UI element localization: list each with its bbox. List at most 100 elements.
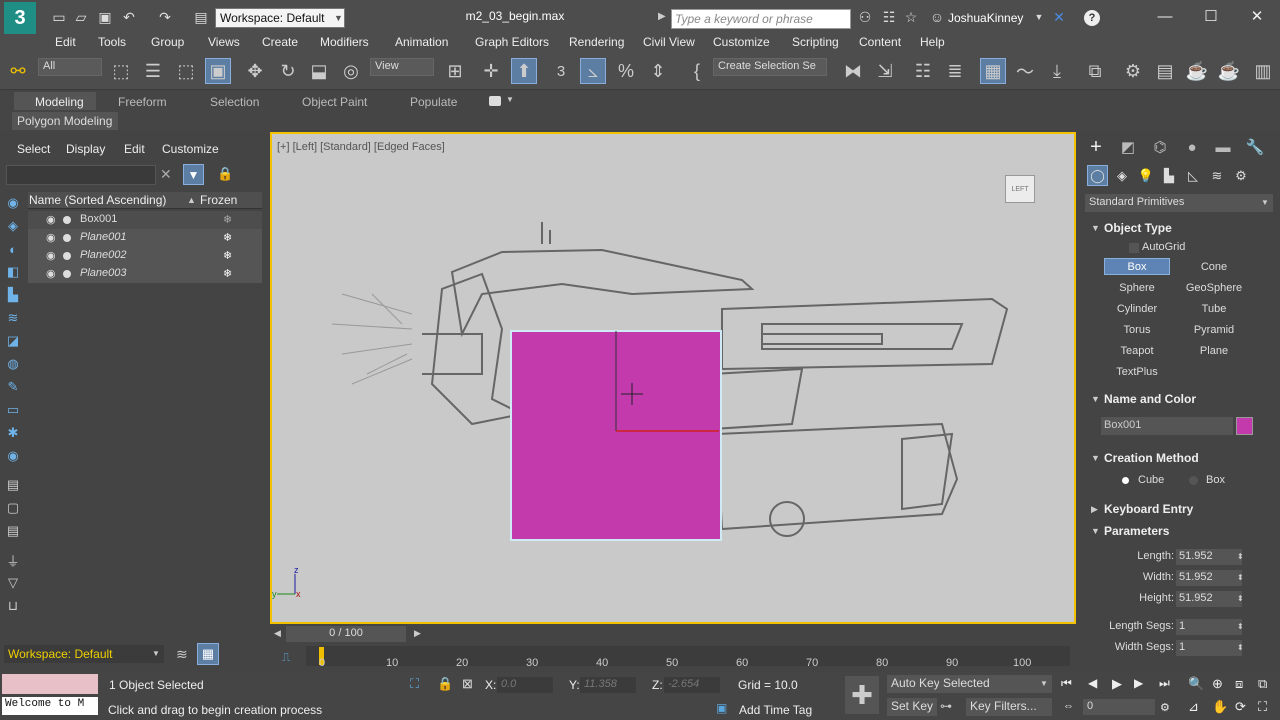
menu-modifiers[interactable]: Modifiers [320, 35, 369, 49]
display-bones-icon[interactable]: ▭ [4, 402, 22, 418]
rectangular-selection-icon[interactable]: ⬚ [173, 58, 199, 84]
render-setup-icon[interactable]: ⚙ [1120, 58, 1146, 84]
menu-help[interactable]: Help [920, 35, 945, 49]
param-length-segs-spinner[interactable]: 1 [1176, 619, 1242, 635]
isolate-selection-icon[interactable]: ⛶ [410, 676, 419, 692]
project-folder-icon[interactable]: ▤ [192, 9, 210, 25]
orbit-icon[interactable]: ⟳ [1235, 699, 1246, 715]
column-frozen[interactable]: Frozen [200, 193, 237, 207]
workspace-selector[interactable]: Workspace: Default [4, 645, 164, 663]
schematic-view-icon[interactable]: ⤓ [1044, 58, 1070, 84]
freeze-icon[interactable]: ❄ [223, 231, 232, 244]
geosphere-button[interactable]: GeoSphere [1181, 279, 1247, 296]
x-coordinate-field[interactable]: 0.0 [497, 677, 553, 693]
lights-category-icon[interactable]: 💡 [1136, 167, 1156, 185]
spinner-snap-icon[interactable]: ⇕ [645, 58, 671, 84]
polygon-modeling-panel[interactable]: Polygon Modeling [12, 112, 118, 130]
close-icon[interactable]: ✕ [1246, 6, 1268, 26]
time-tag-icon[interactable]: ▣ [716, 701, 727, 715]
chevron-down-icon[interactable]: ▼ [1030, 9, 1048, 25]
display-spacewarps-icon[interactable]: ◪ [4, 333, 22, 349]
object-color-swatch[interactable] [1236, 417, 1253, 435]
param-height-spinner[interactable]: 51.952 [1176, 591, 1242, 607]
sphere-button[interactable]: Sphere [1104, 279, 1170, 296]
eye-icon[interactable]: ◉ [46, 213, 56, 226]
display-all-icon[interactable]: ◉ [4, 195, 22, 211]
render-iterative-icon[interactable]: ☕ [1216, 58, 1242, 84]
render-dot-icon[interactable] [63, 270, 71, 278]
exchange-apps-icon[interactable]: ✕ [1050, 9, 1068, 25]
display-lights-icon[interactable]: ◧ [4, 264, 22, 280]
display-helpers-icon[interactable]: ≋ [4, 310, 22, 326]
rollout-object-type[interactable]: Object Type [1104, 221, 1172, 235]
table-row[interactable]: ◉ Plane003 ❄ [28, 265, 262, 283]
maximize-viewport-icon[interactable]: ⛶ [1258, 699, 1267, 715]
add-time-tag[interactable]: Add Time Tag [739, 703, 812, 717]
box001-object[interactable] [510, 330, 722, 541]
app-logo[interactable]: 3 [4, 2, 36, 34]
placement-icon[interactable]: ◎ [338, 58, 364, 84]
spinner-arrows-icon[interactable]: ⬍ [1237, 594, 1244, 603]
se-menu-edit[interactable]: Edit [124, 142, 145, 156]
param-length-spinner[interactable]: 51.952 [1176, 549, 1242, 565]
go-to-end-icon[interactable]: ⏭ [1159, 676, 1170, 691]
binoculars-icon[interactable]: ⚇ [856, 9, 874, 25]
go-to-start-icon[interactable]: ⏮ [1061, 676, 1072, 691]
zoom-all-icon[interactable]: ⊕ [1212, 676, 1223, 692]
helpers-category-icon[interactable]: ◺ [1183, 167, 1203, 185]
chevron-right-icon[interactable]: ▶ [414, 628, 421, 639]
tube-button[interactable]: Tube [1181, 300, 1247, 317]
display-containers-icon[interactable]: ✱ [4, 425, 22, 441]
motion-tab-icon[interactable]: ● [1181, 137, 1203, 157]
communication-center-icon[interactable]: ☷ [880, 9, 898, 25]
rollout-creation-method[interactable]: Creation Method [1104, 451, 1199, 465]
chevron-down-icon[interactable]: ▼ [506, 95, 514, 104]
select-invert-icon[interactable]: ▤ [4, 523, 22, 539]
redo-icon[interactable]: ↷ [156, 9, 174, 25]
object-name-input[interactable]: Box001 [1101, 417, 1233, 435]
edit-named-selection-icon[interactable]: { [684, 58, 710, 84]
tab-selection[interactable]: Selection [210, 95, 259, 109]
create-tab-icon[interactable]: + [1085, 136, 1107, 158]
key-mode-toggle-icon[interactable]: ⇔ [1063, 700, 1074, 712]
reference-coordinate-dropdown[interactable]: View [370, 58, 434, 76]
filter-funnel-icon[interactable]: ⏚ [4, 552, 22, 569]
modify-tab-icon[interactable]: ◩ [1117, 137, 1139, 157]
freeze-icon[interactable]: ❄ [223, 267, 232, 280]
keyboard-shortcut-override-icon[interactable]: ⬆ [511, 58, 537, 84]
open-file-icon[interactable]: ▱ [72, 9, 90, 25]
mirror-icon[interactable]: ⧓ [840, 58, 866, 84]
menu-rendering[interactable]: Rendering [569, 35, 624, 49]
select-all-icon[interactable]: ▤ [4, 477, 22, 493]
display-cameras-icon[interactable]: ▙ [4, 287, 22, 303]
tab-object-paint[interactable]: Object Paint [302, 95, 367, 109]
angle-snap-icon[interactable]: ⦣ [580, 58, 606, 84]
display-geometry-icon[interactable]: ◈ [4, 218, 22, 234]
select-object-icon[interactable]: ⬚ [108, 58, 134, 84]
zoom-extents-all-icon[interactable]: ⧉ [1258, 676, 1267, 692]
selection-lock-icon[interactable]: 🔒 [437, 676, 453, 692]
render-dot-icon[interactable] [63, 234, 71, 242]
play-icon[interactable]: ▶ [1112, 676, 1122, 692]
chevron-down-icon[interactable]: ▼ [1040, 679, 1048, 688]
rollout-name-color[interactable]: Name and Color [1104, 392, 1196, 406]
freeze-icon[interactable]: ❄ [223, 249, 232, 262]
radio-cube[interactable] [1122, 477, 1129, 484]
lock-icon[interactable]: 🔒 [217, 166, 233, 182]
time-config-icon[interactable]: ⚙ [1160, 701, 1170, 714]
shapes-category-icon[interactable]: ◈ [1112, 167, 1132, 185]
chevron-down-icon[interactable]: ▼ [152, 649, 160, 658]
menu-create[interactable]: Create [262, 35, 298, 49]
primitive-category-dropdown[interactable]: Standard Primitives [1085, 194, 1273, 212]
render-production-icon[interactable]: ☕ [1184, 58, 1210, 84]
rollout-arrow-icon[interactable]: ▼ [1091, 453, 1100, 463]
render-dot-icon[interactable] [63, 216, 71, 224]
key-mode-dropdown[interactable]: Selected [939, 675, 1052, 693]
zoom-icon[interactable]: 🔍 [1188, 676, 1204, 692]
radio-box[interactable] [1189, 476, 1198, 485]
autogrid-checkbox[interactable] [1129, 243, 1139, 253]
cylinder-button[interactable]: Cylinder [1104, 300, 1170, 317]
spinner-arrows-icon[interactable]: ⬍ [1237, 573, 1244, 582]
chevron-down-icon[interactable]: ▼ [1261, 198, 1269, 207]
find-icon[interactable]: ▽ [4, 575, 22, 591]
